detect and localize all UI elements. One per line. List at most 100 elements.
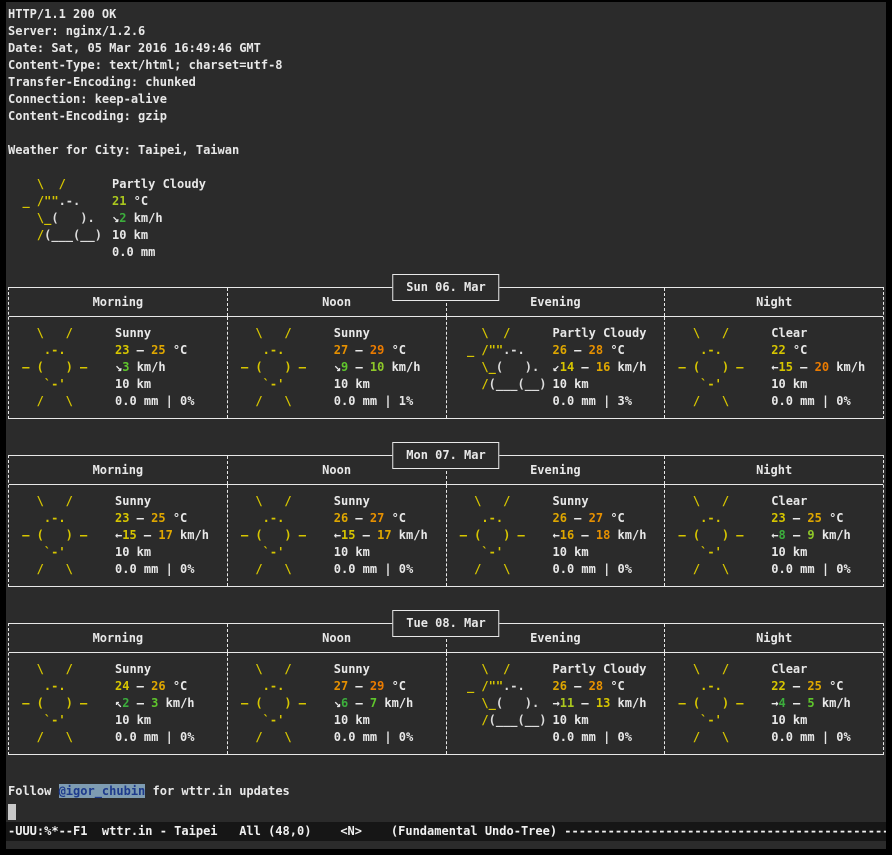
text-segment: km/h <box>815 696 851 710</box>
text-segment: °C <box>822 511 844 525</box>
text-segment: / \ <box>671 562 729 576</box>
text-segment: – <box>574 696 596 710</box>
table-body-row: \ / .-. – ( ) – `-' / \Sunny23 – 25 °C←1… <box>9 485 883 586</box>
text-cursor <box>8 804 16 820</box>
text-segment: `-' <box>15 713 66 727</box>
cell-precipitation: 0.0 mm | 0% <box>553 561 647 578</box>
text-segment: ← <box>553 528 560 542</box>
cell-temperature: 22 – 25 °C <box>771 678 851 695</box>
text-segment: .-. <box>671 679 722 693</box>
date-label: Sun 06. Mar <box>392 274 499 301</box>
text-segment: °C <box>822 679 844 693</box>
cell-wind: ↙14 – 16 km/h <box>553 359 647 376</box>
text-segment: 27 <box>370 511 384 525</box>
forecast-table: Tue 08. MarMorningNoonEveningNight \ / .… <box>8 623 884 755</box>
http-header-line: Transfer-Encoding: chunked <box>8 74 884 91</box>
text-segment: 11 <box>560 696 574 710</box>
text-segment: 22 <box>771 679 785 693</box>
cell-condition: Partly Cloudy <box>553 325 647 342</box>
cell-wind: ←16 – 18 km/h <box>553 527 647 544</box>
text-segment: – ( ) – <box>671 696 743 710</box>
cell-info: Partly Cloudy26 – 28 °C↙14 – 16 km/h10 k… <box>553 325 647 410</box>
twitter-handle[interactable]: @igor_chubin <box>59 784 146 798</box>
text-segment: / \ <box>15 562 73 576</box>
text-segment: km/h <box>384 360 420 374</box>
cell-condition: Sunny <box>334 325 421 342</box>
cell-condition: Partly Cloudy <box>553 661 647 678</box>
text-segment: 15 <box>122 528 136 542</box>
text-segment: 15 <box>341 528 355 542</box>
text-segment <box>453 730 460 744</box>
cell-visibility: 10 km <box>771 712 851 729</box>
sun-art-icon: \ / .-. – ( ) – `-' / \ <box>671 493 771 578</box>
text-segment: 23 <box>115 511 129 525</box>
sun-art-icon: \ / .-. – ( ) – `-' / \ <box>671 661 771 746</box>
text-segment <box>453 394 460 408</box>
text-segment: °C <box>786 343 808 357</box>
cell-info: Sunny27 – 29 °C↘6 – 7 km/h10 km0.0 mm | … <box>334 661 414 746</box>
text-segment: 14 <box>560 360 574 374</box>
text-segment: – ( ) – <box>234 696 306 710</box>
current-precipitation: 0.0 mm <box>112 244 206 261</box>
text-segment: `-' <box>15 377 66 391</box>
cell-temperature: 23 – 25 °C <box>771 510 851 527</box>
text-segment: – ( ) – <box>671 360 743 374</box>
text-segment: `-' <box>234 377 285 391</box>
text-segment: km/h <box>610 360 646 374</box>
text-segment: \ / <box>234 494 292 508</box>
text-segment: \_ <box>453 360 496 374</box>
text-segment: – <box>348 360 370 374</box>
text-segment: km/h <box>610 696 646 710</box>
table-body-row: \ / .-. – ( ) – `-' / \Sunny24 – 26 °C↖2… <box>9 653 883 754</box>
text-segment: / \ <box>671 394 729 408</box>
cell-condition: Sunny <box>334 661 414 678</box>
forecast-cell-morning: \ / .-. – ( ) – `-' / \Sunny23 – 25 °C←1… <box>9 485 227 586</box>
forecast-days: Sun 06. MarMorningNoonEveningNight \ / .… <box>8 287 884 755</box>
cell-visibility: 10 km <box>553 376 647 393</box>
text-segment: – <box>786 679 808 693</box>
text-segment: km/h <box>829 360 865 374</box>
text-segment: _ /"" <box>453 679 504 693</box>
partly-cloudy-art-icon: \ / _ /"".-. \_( ). /(___(__) <box>8 176 112 261</box>
column-header-morning: Morning <box>9 456 227 484</box>
current-temperature: 21 °C <box>112 193 206 210</box>
text-segment: \ / <box>671 662 729 676</box>
text-segment: km/h <box>158 696 194 710</box>
text-segment: `-' <box>234 545 285 559</box>
text-segment: 26 <box>553 511 567 525</box>
text-segment: (___(__) <box>489 713 547 727</box>
text-segment: / \ <box>453 562 511 576</box>
follow-text-pre: Follow <box>8 784 59 798</box>
cell-temperature: 27 – 29 °C <box>334 678 414 695</box>
text-segment: – <box>348 679 370 693</box>
sun-art-icon: \ / .-. – ( ) – `-' / \ <box>234 325 334 410</box>
cell-precipitation: 0.0 mm | 1% <box>334 393 421 410</box>
text-segment: 13 <box>596 696 610 710</box>
text-segment: / \ <box>234 562 292 576</box>
text-segment: 25 <box>807 679 821 693</box>
cell-condition: Sunny <box>115 661 195 678</box>
forecast-cell-night: \ / .-. – ( ) – `-' / \Clear22 – 25 °C→4… <box>664 653 883 754</box>
text-segment: _ /"" <box>8 194 59 208</box>
cell-info: Sunny26 – 27 °C←16 – 18 km/h10 km0.0 mm … <box>553 493 647 578</box>
text-segment: 28 <box>589 343 603 357</box>
forecast-cell-evening: \ / .-. – ( ) – `-' / \Sunny26 – 27 °C←1… <box>446 485 665 586</box>
text-segment: 9 <box>807 528 814 542</box>
text-segment <box>8 245 15 259</box>
text-segment: .-. <box>234 343 285 357</box>
text-segment: – <box>348 696 370 710</box>
text-segment: 20 <box>815 360 829 374</box>
current-info: Partly Cloudy 21 °C ↘2 km/h 10 km 0.0 mm <box>112 176 206 261</box>
text-segment: \ / <box>234 326 292 340</box>
cell-precipitation: 0.0 mm | 0% <box>771 729 851 746</box>
text-segment: – <box>786 511 808 525</box>
text-segment: \ / <box>671 326 729 340</box>
sun-art-icon: \ / .-. – ( ) – `-' / \ <box>234 661 334 746</box>
sun-art-icon: \ / .-. – ( ) – `-' / \ <box>15 325 115 410</box>
text-segment: °C <box>603 511 625 525</box>
text-segment: – <box>129 679 151 693</box>
column-header-night: Night <box>664 288 883 316</box>
text-segment: 26 <box>553 343 567 357</box>
text-segment: °C <box>603 343 625 357</box>
cell-wind: ↘9 – 10 km/h <box>334 359 421 376</box>
